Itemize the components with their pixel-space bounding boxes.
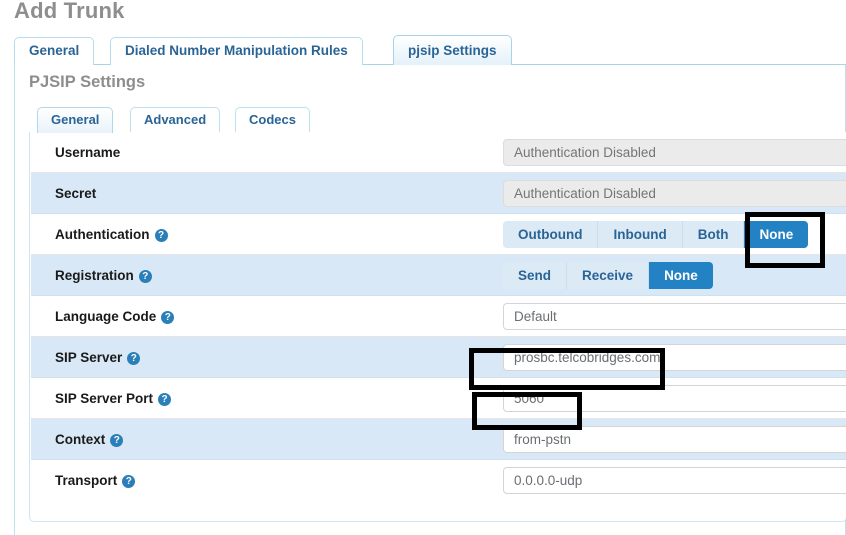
field-control-sip-server (503, 344, 846, 371)
table-row: Username (31, 132, 846, 173)
inner-tab-codecs[interactable]: Codecs (235, 107, 310, 133)
tab-pjsip-settings[interactable]: pjsip Settings (393, 35, 512, 65)
table-row: SIP Server Port? (31, 378, 846, 419)
help-icon[interactable]: ? (122, 475, 135, 488)
table-row: SIP Server? (31, 337, 846, 378)
table-row: Registration? Send Receive None (31, 255, 846, 296)
inner-tab-general[interactable]: General (37, 107, 113, 133)
table-row: Secret (31, 173, 846, 214)
field-control-secret (503, 180, 846, 207)
field-control-language-code (503, 303, 846, 330)
help-icon[interactable]: ? (110, 434, 123, 447)
field-label-secret: Secret (55, 173, 96, 214)
panel-heading: PJSIP Settings (29, 73, 145, 92)
tab-general[interactable]: General (14, 37, 94, 65)
field-label-language-code: Language Code? (55, 296, 174, 337)
registration-option-receive[interactable]: Receive (567, 262, 649, 289)
help-icon[interactable]: ? (139, 270, 152, 283)
authentication-option-outbound[interactable]: Outbound (503, 221, 598, 248)
authentication-option-none[interactable]: None (744, 221, 808, 248)
field-label-sip-server: SIP Server? (55, 337, 140, 378)
page-title: Add Trunk (14, 0, 125, 24)
field-label-sip-server-port: SIP Server Port? (55, 378, 171, 419)
outer-tabstrip: General Dialed Number Manipulation Rules… (14, 36, 846, 65)
authentication-option-both[interactable]: Both (683, 221, 745, 248)
pjsip-settings-panel: PJSIP Settings General Advanced Codecs U… (14, 65, 846, 535)
inner-tab-codecs-label: Codecs (249, 112, 296, 127)
table-row: Context? (31, 419, 846, 460)
field-label-authentication-text: Authentication (55, 227, 150, 242)
field-label-sip-server-text: SIP Server (55, 350, 122, 365)
field-label-context-text: Context (55, 432, 105, 447)
username-input[interactable] (503, 139, 846, 166)
registration-button-group: Send Receive None (503, 262, 713, 289)
authentication-option-inbound[interactable]: Inbound (598, 221, 682, 248)
field-control-sip-server-port (503, 385, 846, 412)
table-row: Transport? (31, 460, 846, 501)
sip-server-input[interactable] (503, 344, 846, 371)
field-label-context: Context? (55, 419, 123, 460)
registration-option-none[interactable]: None (649, 262, 713, 289)
inner-tab-general-label: General (51, 112, 99, 127)
table-row: Language Code? (31, 296, 846, 337)
help-icon[interactable]: ? (127, 352, 140, 365)
tab-dialed-number-manipulation-rules-label: Dialed Number Manipulation Rules (125, 43, 348, 58)
language-code-input[interactable] (503, 303, 846, 330)
field-label-authentication: Authentication? (55, 214, 168, 255)
help-icon[interactable]: ? (155, 229, 168, 242)
field-control-transport (503, 467, 846, 494)
inner-tabstrip: General Advanced Codecs (29, 107, 846, 133)
field-label-username-text: Username (55, 145, 120, 160)
tab-dialed-number-manipulation-rules[interactable]: Dialed Number Manipulation Rules (110, 37, 363, 65)
field-label-registration: Registration? (55, 255, 152, 296)
secret-input[interactable] (503, 180, 846, 207)
field-control-username (503, 139, 846, 166)
registration-option-send[interactable]: Send (503, 262, 567, 289)
field-control-context (503, 426, 846, 453)
field-label-sip-server-port-text: SIP Server Port (55, 391, 153, 406)
inner-tab-advanced-label: Advanced (144, 112, 206, 127)
field-control-authentication: Outbound Inbound Both None (503, 221, 846, 248)
authentication-button-group: Outbound Inbound Both None (503, 221, 808, 248)
table-row: Authentication? Outbound Inbound Both No… (31, 214, 846, 255)
transport-input[interactable] (503, 467, 846, 494)
context-input[interactable] (503, 426, 846, 453)
field-label-transport: Transport? (55, 460, 135, 501)
sip-server-port-input[interactable] (503, 385, 846, 412)
field-control-registration: Send Receive None (503, 262, 846, 289)
tab-pjsip-settings-label: pjsip Settings (408, 43, 497, 58)
help-icon[interactable]: ? (158, 393, 171, 406)
pjsip-general-form: Username Secret Authentication? (29, 132, 846, 522)
help-icon[interactable]: ? (161, 311, 174, 324)
field-label-username: Username (55, 132, 120, 173)
inner-tab-advanced[interactable]: Advanced (130, 107, 220, 133)
field-label-transport-text: Transport (55, 473, 117, 488)
field-label-language-code-text: Language Code (55, 309, 156, 324)
field-label-secret-text: Secret (55, 186, 96, 201)
tab-general-label: General (29, 43, 79, 58)
form-row-list: Username Secret Authentication? (31, 132, 846, 501)
field-label-registration-text: Registration (55, 268, 134, 283)
